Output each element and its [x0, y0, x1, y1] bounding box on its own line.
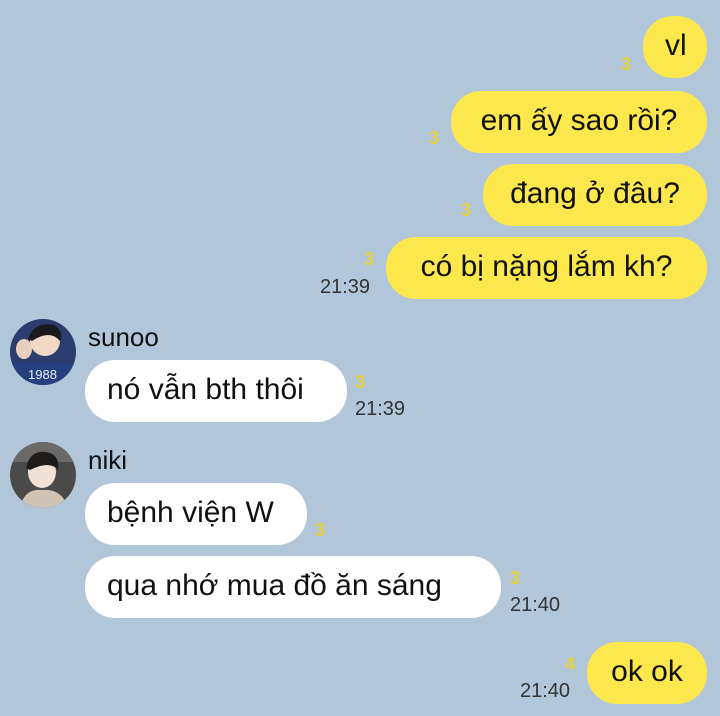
my-message-bubble[interactable]: ok ok [587, 642, 707, 704]
avatar-sunoo[interactable]: 1988 [10, 319, 76, 385]
avatar-sunoo-icon: 1988 [10, 319, 76, 385]
message-timestamp: 21:39 [320, 276, 371, 298]
my-message-bubble[interactable]: đang ở đâu? [483, 164, 707, 226]
message-timestamp: 21:39 [355, 398, 406, 420]
message-timestamp: 21:40 [520, 680, 571, 702]
my-message-bubble[interactable]: có bị nặng lắm kh? [386, 237, 707, 299]
chat-thread: vl 3 em ấy sao rồi? 3 đang ở đâu? 3 có b… [0, 0, 720, 716]
unread-count: 3 [355, 372, 366, 392]
their-message-bubble[interactable]: nó vẫn bth thôi [85, 360, 347, 422]
my-message-bubble[interactable]: vl [643, 16, 707, 78]
their-message-bubble[interactable]: qua nhớ mua đồ ăn sáng [85, 556, 501, 618]
their-message-bubble[interactable]: bệnh viện W [85, 483, 307, 545]
unread-count: 3 [621, 54, 632, 74]
avatar-niki-icon [10, 442, 76, 508]
unread-count: 3 [429, 128, 440, 148]
unread-count: 3 [364, 249, 375, 269]
sender-name: sunoo [88, 322, 159, 352]
unread-count: 4 [565, 654, 576, 674]
my-message-bubble[interactable]: em ấy sao rồi? [451, 91, 707, 153]
sender-name: niki [88, 445, 128, 475]
message-timestamp: 21:40 [510, 594, 561, 616]
avatar-niki[interactable] [10, 442, 76, 508]
unread-count: 3 [315, 520, 326, 540]
avatar-jersey-text: 1988 [28, 367, 57, 382]
unread-count: 3 [461, 200, 472, 220]
unread-count: 3 [510, 568, 521, 588]
